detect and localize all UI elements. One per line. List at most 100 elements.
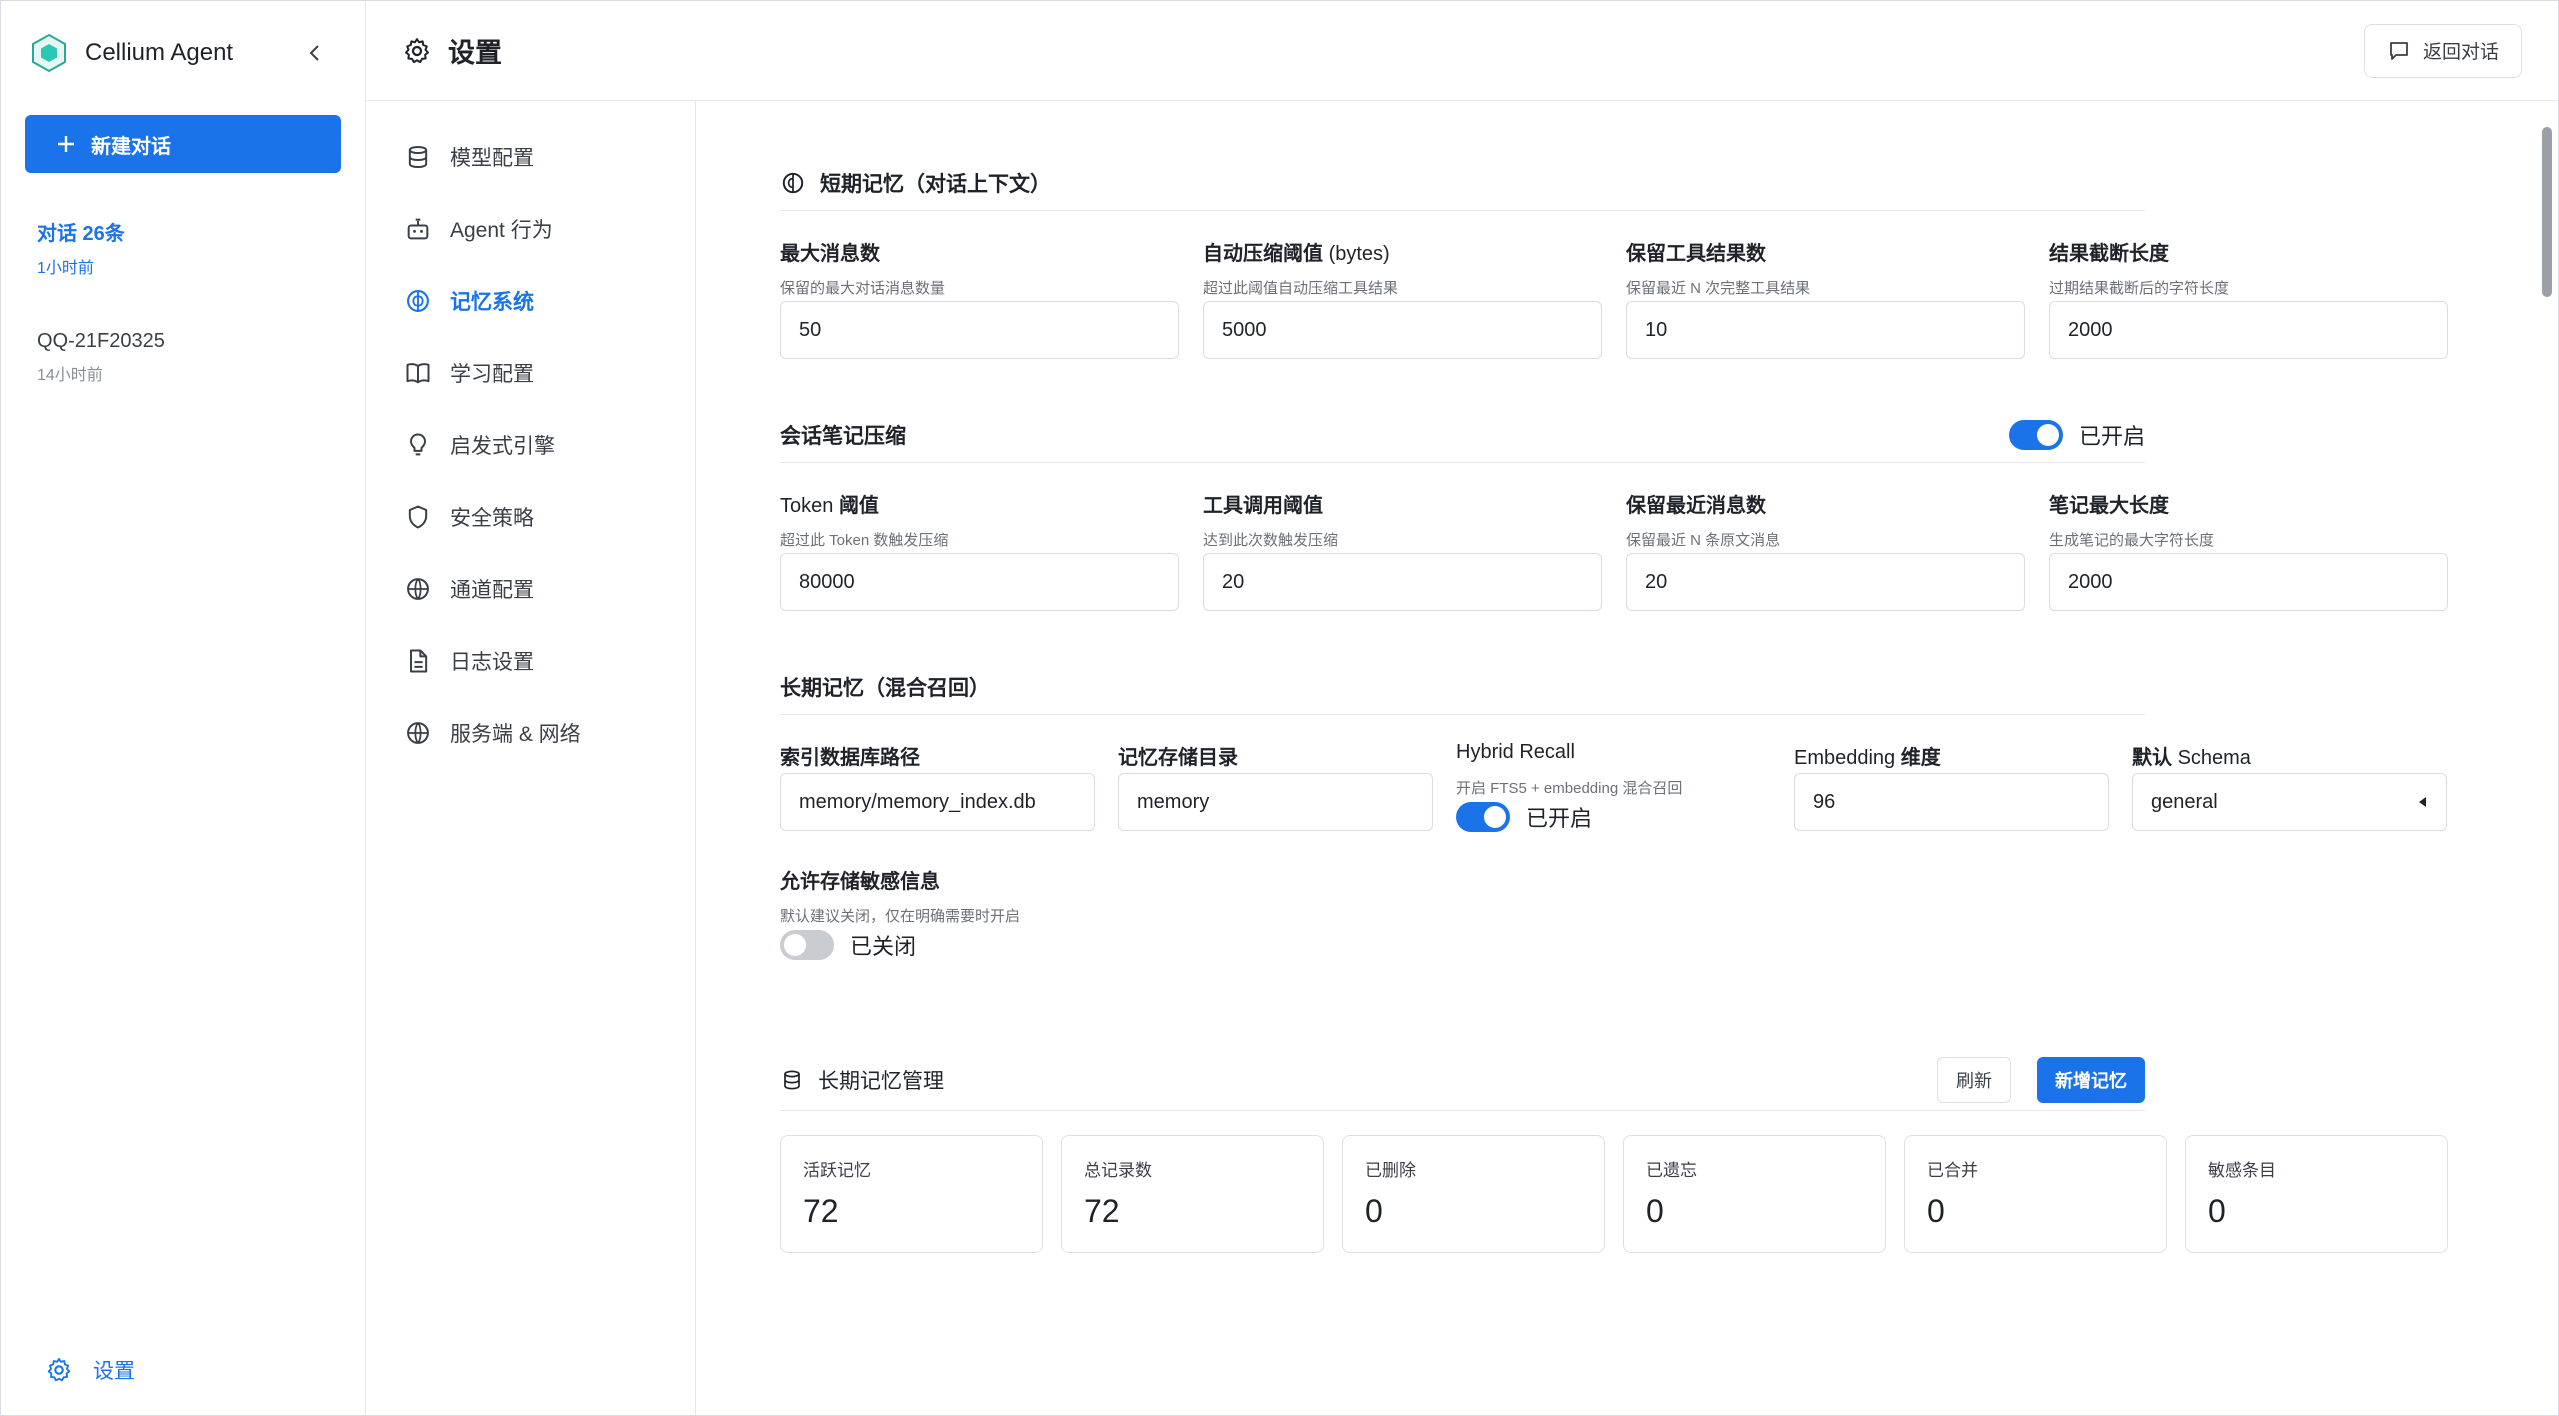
- keep-tool-results-field: 保留工具结果数 保留最近 N 次完整工具结果 10: [1626, 237, 2025, 359]
- page-title: 设置: [448, 38, 502, 68]
- section-header: 长期记忆（混合召回）: [780, 667, 2145, 715]
- keep-recent-messages-input[interactable]: 20: [1626, 553, 2025, 611]
- tool-call-threshold-input[interactable]: 20: [1203, 553, 1602, 611]
- nav-item-server-network[interactable]: 服务端 & 网络: [366, 697, 695, 769]
- conversation-title: 对话 26条: [37, 223, 125, 245]
- nav-item-label: 安全策略: [450, 507, 534, 530]
- section-header: 短期记忆（对话上下文）: [780, 163, 2145, 211]
- nav-item-security[interactable]: 安全策略: [366, 481, 695, 553]
- session-notes-toggle[interactable]: [2008, 419, 2063, 450]
- settings-link-label: 设置: [93, 1360, 135, 1383]
- nav-item-label: 记忆系统: [450, 291, 534, 314]
- embedding-dim-input[interactable]: 96: [1794, 773, 2109, 831]
- max-messages-input[interactable]: 50: [780, 301, 1179, 359]
- session-notes-toggle-group: 已开启: [2008, 419, 2145, 451]
- main-area: 设置 返回对话 模型配置 Agent 行为 记忆系统 学习配置 启发式引擎 安全…: [366, 1, 2558, 1415]
- stat-label: 已删除: [1365, 1161, 1416, 1180]
- nav-item-channel[interactable]: 通道配置: [366, 553, 695, 625]
- stat-card-merged: 已合并 0: [1904, 1135, 2167, 1253]
- brain-icon: [782, 172, 804, 193]
- nav-item-label: Agent 行为: [450, 219, 553, 242]
- field-label: 笔记最大长度: [2049, 495, 2169, 517]
- conversation-title: QQ-21F20325: [37, 330, 165, 352]
- collapse-sidebar-button[interactable]: [295, 33, 335, 73]
- storage-dir-input[interactable]: memory: [1118, 773, 1433, 831]
- field-label: 自动压缩阈值 (bytes): [1203, 237, 1602, 265]
- hybrid-recall-toggle[interactable]: [1456, 802, 1510, 832]
- field-hint: 达到此次数触发压缩: [1203, 532, 1339, 549]
- nav-item-agent[interactable]: Agent 行为: [366, 193, 695, 265]
- session-notes-section: 会话笔记压缩 已开启 Token 阈值 超过此 Token 数触发压缩 8000…: [780, 415, 2448, 611]
- database-icon: [784, 1070, 800, 1089]
- section-header: 长期记忆管理 刷新 新增记忆: [780, 1056, 2145, 1111]
- compress-threshold-input[interactable]: 5000: [1203, 301, 1602, 359]
- field-label: 允许存储敏感信息: [780, 871, 940, 893]
- embedding-dim-field: Embedding 维度 96: [1794, 741, 2109, 833]
- field-label-text: 维度: [1900, 747, 1941, 769]
- field-hint: 超过此 Token 数触发压缩: [780, 532, 949, 549]
- refresh-button[interactable]: 刷新: [1937, 1056, 2011, 1103]
- conversation-time: 14小时前: [37, 367, 103, 384]
- stat-value: 0: [1646, 1193, 1664, 1229]
- conversation-list: 对话 26条 1小时前 QQ-21F20325 14小时前: [1, 207, 365, 395]
- field-label: 记忆存储目录: [1118, 747, 1238, 769]
- note-max-length-input[interactable]: 2000: [2049, 553, 2448, 611]
- select-value: general: [2151, 790, 2218, 813]
- field-label-suffix: Schema: [2177, 747, 2251, 769]
- field-label: 结果截断长度: [2049, 243, 2169, 265]
- content-scrollbar[interactable]: [2540, 107, 2554, 1407]
- nav-item-memory[interactable]: 记忆系统: [366, 265, 695, 337]
- truncate-length-input[interactable]: 2000: [2049, 301, 2448, 359]
- default-schema-field: 默认 Schema general: [2132, 741, 2447, 833]
- add-memory-button[interactable]: 新增记忆: [2037, 1056, 2145, 1103]
- field-label-prefix: Token: [780, 495, 834, 517]
- scrollbar-thumb[interactable]: [2542, 127, 2552, 297]
- conversation-item[interactable]: QQ-21F20325 14小时前: [1, 320, 365, 395]
- nav-item-heuristic[interactable]: 启发式引擎: [366, 409, 695, 481]
- field-hint: 生成笔记的最大字符长度: [2049, 532, 2215, 549]
- stat-label: 活跃记忆: [803, 1161, 871, 1180]
- nav-item-label: 模型配置: [450, 147, 534, 170]
- nav-item-learning[interactable]: 学习配置: [366, 337, 695, 409]
- new-chat-label: 新建对话: [91, 135, 171, 158]
- stat-label: 已遗忘: [1646, 1161, 1697, 1180]
- field-label: 索引数据库路径: [780, 747, 920, 769]
- brand-logo-icon: [32, 33, 66, 73]
- plus-icon: [58, 136, 74, 152]
- field-label: 保留工具结果数: [1626, 243, 1766, 265]
- memory-stats: 活跃记忆 72 总记录数 72 已删除 0 已遗忘 0 已合并 0 敏感条目 0: [780, 1135, 2448, 1253]
- conversation-item[interactable]: 对话 26条 1小时前: [1, 207, 365, 288]
- storage-dir-field: 记忆存储目录 memory: [1118, 741, 1433, 833]
- new-chat-button[interactable]: 新建对话: [25, 115, 341, 173]
- message-icon: [2390, 41, 2408, 60]
- field-label: 保留最近消息数: [1626, 495, 1766, 517]
- keep-tool-results-input[interactable]: 10: [1626, 301, 2025, 359]
- nav-item-model[interactable]: 模型配置: [366, 121, 695, 193]
- settings-link[interactable]: 设置: [45, 1355, 135, 1385]
- memory-management-section: 长期记忆管理 刷新 新增记忆 活跃记忆 72 总记录数 72 已删除 0 已遗忘…: [780, 1056, 2448, 1253]
- brand-name: Cellium Agent: [85, 39, 234, 66]
- long-term-section: 长期记忆（混合召回） 索引数据库路径 memory/memory_index.d…: [780, 667, 2447, 961]
- index-db-input[interactable]: memory/memory_index.db: [780, 773, 1095, 831]
- tool-call-threshold-field: 工具调用阈值 达到此次数触发压缩 20: [1203, 489, 1602, 611]
- database-icon: [408, 145, 428, 169]
- token-threshold-input[interactable]: 80000: [780, 553, 1179, 611]
- settings-content: 短期记忆（对话上下文） 最大消息数 保留的最大对话消息数量 50 自动压缩阈值 …: [696, 101, 2558, 1415]
- app-window: Cellium Agent 新建对话 对话 26条 1小时前 QQ-21F203…: [0, 0, 2559, 1416]
- field-label: Embedding 维度: [1794, 741, 2109, 769]
- hybrid-recall-toggle-group: 已开启: [1456, 801, 1771, 833]
- back-to-chat-button[interactable]: 返回对话: [2363, 23, 2522, 78]
- topbar: 设置 返回对话: [366, 1, 2558, 101]
- nav-item-logging[interactable]: 日志设置: [366, 625, 695, 697]
- sensitive-info-toggle[interactable]: [780, 930, 834, 960]
- default-schema-select[interactable]: general: [2132, 773, 2447, 831]
- nav-item-label: 服务端 & 网络: [450, 723, 581, 746]
- section-title: 长期记忆管理: [818, 1069, 944, 1093]
- robot-icon: [407, 218, 429, 240]
- stat-card-deleted: 已删除 0: [1342, 1135, 1605, 1253]
- toggle-label: 已开启: [1526, 806, 1593, 831]
- stat-card-total: 总记录数 72: [1061, 1135, 1324, 1253]
- field-hint: 保留的最大对话消息数量: [780, 280, 946, 297]
- section-title: 会话笔记压缩: [780, 424, 906, 448]
- field-label-text: 默认: [2132, 747, 2172, 769]
